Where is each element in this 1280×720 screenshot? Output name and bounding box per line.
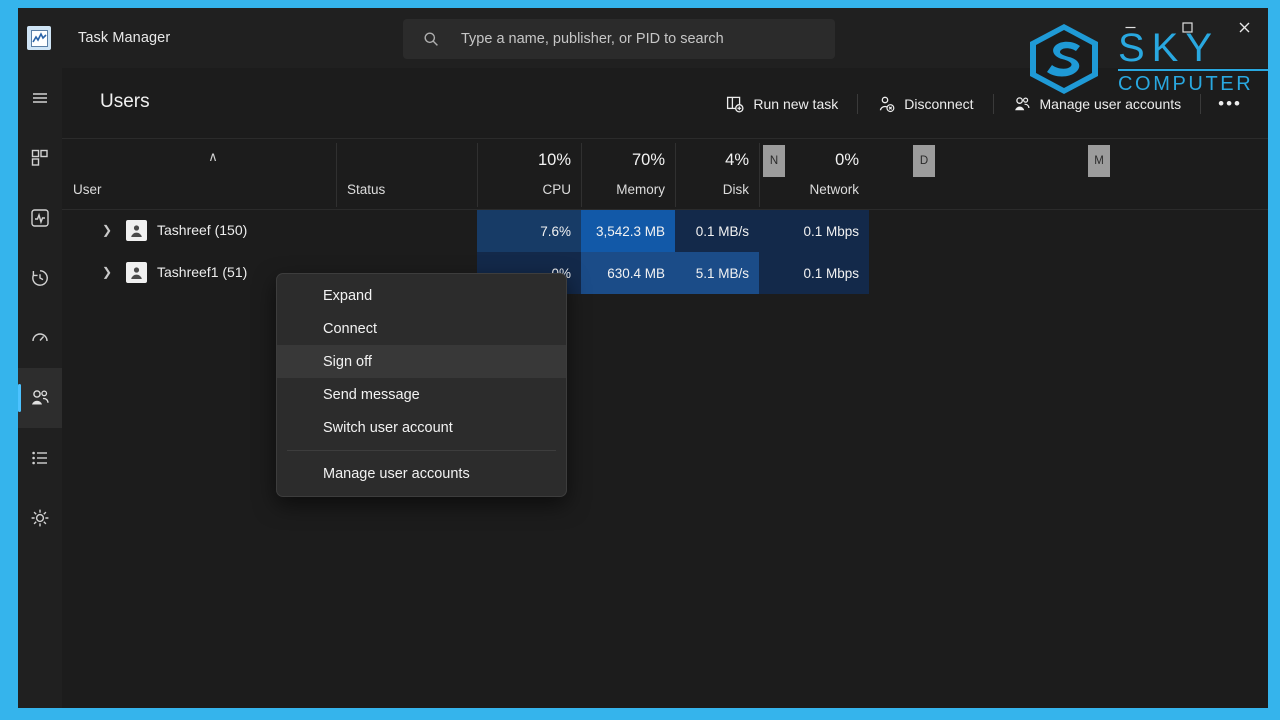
column-label-cpu: CPU (542, 182, 571, 197)
run-new-task-label: Run new task (753, 96, 839, 112)
users-table: ∧ User Status 10% CPU 70% Memory 4% Disk 0% Netwo… (62, 138, 1268, 294)
screenshot-frame: Task Manager Type a name, publisher, or … (0, 0, 1280, 720)
column-drag-badge-d[interactable]: D (913, 145, 935, 177)
task-manager-window: Task Manager Type a name, publisher, or … (18, 8, 1268, 708)
table-row[interactable]: ❯ Tashreef (150) 7.6% 3,542.3 MB 0.1 MB/s 0.1… (62, 210, 1268, 252)
users-icon (29, 387, 51, 409)
column-header-cpu[interactable]: 10% CPU (477, 137, 581, 209)
app-title: Task Manager (78, 30, 171, 46)
column-label-status: Status (347, 182, 386, 197)
search-box[interactable] (403, 19, 835, 59)
chevron-right-icon[interactable]: ❯ (102, 223, 116, 239)
column-drag-badge-n[interactable]: N (763, 145, 785, 177)
cell-cpu: 7.6% (477, 210, 581, 252)
sidebar-item-details[interactable] (18, 428, 62, 488)
table-row[interactable]: ❯Tashreef1 (51)0%630.4 MB5.1 MB/s0.1 Mbp… (62, 252, 1268, 294)
manage-user-accounts-label: Manage user accounts (1039, 96, 1182, 112)
disconnect-button[interactable]: Disconnect (867, 88, 983, 120)
column-usage-disk: 4% (725, 151, 749, 169)
details-list-icon (29, 447, 51, 469)
sidebar-item-processes[interactable] (18, 128, 62, 188)
content-area: Users Run new task Disconnect Manage use… (62, 68, 1268, 708)
column-divider[interactable] (336, 143, 337, 207)
search-icon (423, 31, 439, 47)
title-bar: Task Manager (18, 8, 1268, 68)
page-title: Users (100, 91, 150, 112)
column-header-memory[interactable]: 70% Memory (581, 137, 675, 209)
table-header-row: ∧ User Status 10% CPU 70% Memory 4% Disk 0% Netwo… (62, 138, 1268, 210)
user-name-cell: Tashreef1 (51) (157, 264, 248, 280)
sidebar-item-performance[interactable] (18, 188, 62, 248)
manage-user-accounts-button[interactable]: Manage user accounts (1003, 88, 1192, 120)
column-label-user: User (73, 182, 102, 197)
menu-item-connect[interactable]: Connect (277, 312, 566, 345)
disconnect-label: Disconnect (904, 96, 974, 112)
more-options-button[interactable]: ••• (1210, 88, 1250, 120)
menu-item-expand[interactable]: Expand (277, 279, 566, 312)
toolbar-separator-2 (992, 94, 994, 114)
cell-network: 0.1 Mbps (759, 210, 869, 252)
page-header: Users Run new task Disconnect Manage use… (62, 68, 1268, 138)
column-usage-cpu: 10% (537, 151, 571, 169)
services-gear-icon (29, 507, 51, 529)
sidebar-item-services[interactable] (18, 488, 62, 548)
column-divider[interactable] (759, 143, 760, 207)
task-manager-icon (27, 26, 51, 50)
gauge-icon (29, 327, 51, 349)
run-new-task-icon (726, 95, 744, 113)
maximize-button[interactable] (1164, 8, 1210, 46)
cell-disk: 5.1 MB/s (675, 252, 759, 294)
menu-item-manage-user-accounts[interactable]: Manage user accounts (277, 457, 566, 490)
column-divider[interactable] (675, 143, 676, 207)
column-label-memory: Memory (616, 182, 665, 197)
column-drag-badge-m[interactable]: M (1088, 145, 1110, 177)
context-menu: Expand Connect Sign off Send message Switch … (276, 273, 567, 497)
menu-separator (287, 450, 556, 451)
cell-network: 0.1 Mbps (759, 252, 869, 294)
search-input[interactable] (461, 31, 835, 47)
table-body: ❯ Tashreef (150) 7.6% 3,542.3 MB 0.1 MB/s 0.1… (62, 210, 1268, 294)
column-divider[interactable] (477, 143, 478, 207)
column-usage-network: 0% (835, 151, 859, 169)
column-header-user[interactable]: User (62, 137, 336, 209)
column-header-status[interactable]: Status (336, 137, 477, 209)
disconnect-icon (877, 95, 895, 113)
column-label-disk: Disk (722, 182, 749, 197)
column-usage-memory: 70% (631, 151, 665, 169)
cell-memory: 630.4 MB (581, 252, 675, 294)
sidebar-nav (18, 68, 62, 708)
menu-item-switch-user-account[interactable]: Switch user account (277, 411, 566, 444)
menu-item-sign-off[interactable]: Sign off (277, 345, 566, 378)
performance-icon (29, 207, 51, 229)
user-avatar-icon (126, 220, 147, 241)
sidebar-item-startup-apps[interactable] (18, 308, 62, 368)
sidebar-item-app-history[interactable] (18, 248, 62, 308)
chevron-right-icon[interactable]: ❯ (102, 265, 116, 281)
column-header-disk[interactable]: 4% Disk (675, 137, 759, 209)
close-button[interactable] (1221, 8, 1267, 46)
cell-disk: 0.1 MB/s (675, 210, 759, 252)
sidebar-item-users[interactable] (18, 368, 62, 428)
toolbar-separator-3 (1200, 94, 1202, 114)
history-icon (29, 267, 51, 289)
toolbar: Run new task Disconnect Manage user acco… (716, 88, 1250, 120)
sidebar-item-hamburger[interactable] (18, 68, 62, 128)
minimize-button[interactable] (1107, 8, 1153, 46)
processes-icon (29, 147, 51, 169)
hamburger-icon (29, 87, 51, 109)
user-avatar-icon (126, 262, 147, 283)
cell-memory: 3,542.3 MB (581, 210, 675, 252)
run-new-task-button[interactable]: Run new task (716, 88, 848, 120)
manage-users-icon (1013, 95, 1031, 113)
column-label-network: Network (809, 182, 859, 197)
toolbar-separator-1 (857, 94, 859, 114)
menu-item-send-message[interactable]: Send message (277, 378, 566, 411)
column-divider[interactable] (581, 143, 582, 207)
user-name-cell: Tashreef (150) (157, 222, 248, 238)
